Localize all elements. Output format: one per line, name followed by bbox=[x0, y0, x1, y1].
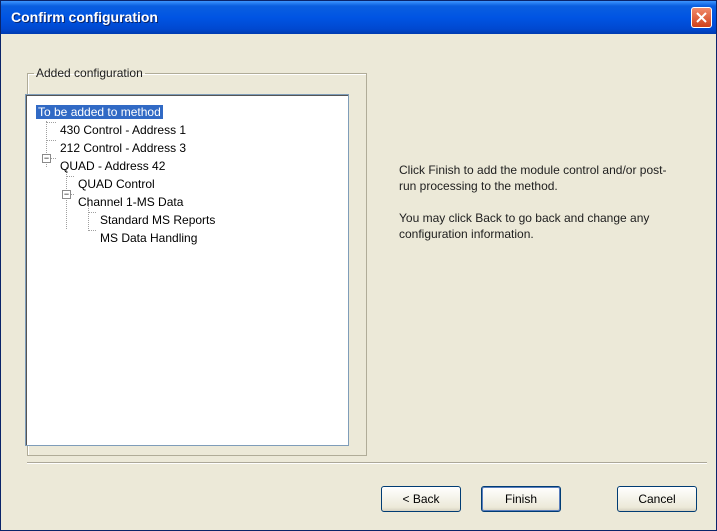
expand-collapse-toggle[interactable]: − bbox=[42, 154, 51, 163]
dialog-content: Added configuration − − To be added to m… bbox=[11, 34, 708, 522]
tree-item-label: 430 Control - Address 1 bbox=[60, 123, 187, 137]
tree-item-ms-data-handling[interactable]: MS Data Handling bbox=[98, 229, 199, 247]
tree-item-212-control[interactable]: 212 Control - Address 3 bbox=[58, 139, 188, 157]
tree-item-quad[interactable]: QUAD - Address 42 bbox=[58, 157, 167, 175]
tree-item-label: Standard MS Reports bbox=[100, 213, 216, 227]
tree-connector bbox=[46, 122, 56, 123]
tree-item-label: MS Data Handling bbox=[100, 231, 198, 245]
cancel-button[interactable]: Cancel bbox=[617, 486, 697, 512]
tree-connector bbox=[88, 212, 96, 213]
tree-item-430-control[interactable]: 430 Control - Address 1 bbox=[58, 121, 188, 139]
instruction-back: You may click Back to go back and change… bbox=[399, 211, 650, 241]
expand-collapse-toggle[interactable]: − bbox=[62, 190, 71, 199]
close-button[interactable] bbox=[691, 7, 712, 28]
tree-connector bbox=[66, 176, 74, 177]
title-bar[interactable]: Confirm configuration bbox=[1, 1, 716, 34]
instructions-text: Click Finish to add the module control a… bbox=[399, 162, 679, 258]
close-icon bbox=[696, 12, 707, 23]
tree-item-root[interactable]: To be added to method bbox=[36, 103, 163, 121]
tree-item-channel-1[interactable]: Channel 1-MS Data bbox=[76, 193, 185, 211]
tree-item-label: QUAD - Address 42 bbox=[60, 159, 166, 173]
finish-button[interactable]: Finish bbox=[481, 486, 561, 512]
configuration-tree[interactable]: − − To be added to method 430 Control - … bbox=[25, 94, 349, 446]
tree-item-label: Channel 1-MS Data bbox=[78, 195, 184, 209]
tree-item-label: To be added to method bbox=[36, 105, 163, 119]
dialog-window: Confirm configuration Added configuratio… bbox=[0, 0, 717, 531]
window-title: Confirm configuration bbox=[11, 9, 158, 25]
tree-item-quad-control[interactable]: QUAD Control bbox=[76, 175, 157, 193]
back-button[interactable]: < Back bbox=[381, 486, 461, 512]
tree-item-standard-ms-reports[interactable]: Standard MS Reports bbox=[98, 211, 217, 229]
tree-item-label: 212 Control - Address 3 bbox=[60, 141, 187, 155]
tree-item-label: QUAD Control bbox=[78, 177, 155, 191]
separator bbox=[27, 462, 707, 464]
tree-connector bbox=[46, 140, 56, 141]
tree-connector bbox=[88, 230, 96, 231]
group-legend: Added configuration bbox=[36, 66, 143, 80]
instruction-finish: Click Finish to add the module control a… bbox=[399, 163, 667, 193]
